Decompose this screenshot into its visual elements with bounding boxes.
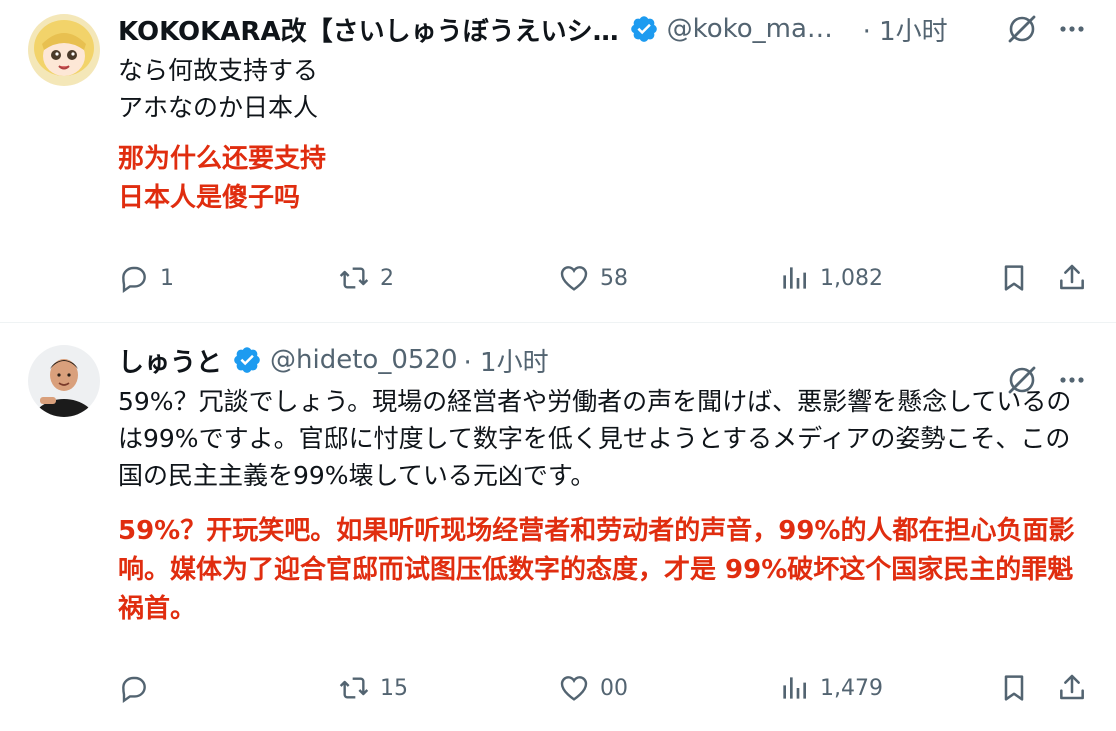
verified-badge-icon	[630, 16, 657, 42]
translation-text: 59%？开玩笑吧。如果听听现场经营者和劳动者的声音，99%的人都在担心负面影响。…	[118, 516, 1075, 624]
retweet-button[interactable]: 2	[338, 258, 394, 298]
retweet-count: 2	[380, 265, 394, 291]
retweet-button[interactable]: 15	[338, 668, 408, 708]
heart-icon	[560, 676, 588, 701]
share-button[interactable]	[1056, 258, 1088, 298]
analytics-icon	[783, 677, 806, 699]
avatar[interactable]	[28, 345, 100, 417]
anime-avatar-icon	[28, 14, 100, 86]
more-options-icon[interactable]	[1056, 13, 1088, 45]
tweet-header: KOKOKARA改【さいしゅうぼうえいシ… @koko_mami… · 1小时	[118, 11, 1088, 48]
tweet-1[interactable]: KOKOKARA改【さいしゅうぼうえいシ… @koko_mami… · 1小时 …	[0, 0, 1116, 322]
like-button[interactable]: 58	[558, 258, 628, 298]
views-button[interactable]: 1,479	[778, 668, 883, 708]
display-name[interactable]: しゅうと	[118, 342, 222, 379]
view-count: 1,082	[820, 265, 883, 291]
translation-line: 日本人是傻子吗	[118, 183, 301, 213]
grok-icon[interactable]	[1006, 13, 1038, 45]
display-name[interactable]: KOKOKARA改【さいしゅうぼうえいシ…	[118, 11, 619, 48]
avatar[interactable]	[28, 14, 100, 86]
verified-badge-icon	[234, 347, 260, 373]
reply-icon	[122, 676, 146, 703]
share-icon	[1060, 674, 1084, 700]
tweet-text-line: アホなのか日本人	[118, 93, 319, 122]
like-count: 58	[600, 265, 628, 291]
share-icon	[1060, 264, 1084, 290]
like-button[interactable]: 00	[558, 668, 628, 708]
view-count: 1,479	[820, 675, 883, 701]
bookmark-button[interactable]	[998, 258, 1030, 298]
views-button[interactable]: 1,082	[778, 258, 883, 298]
retweet-icon	[339, 677, 369, 699]
retweet-icon	[339, 267, 369, 289]
timestamp[interactable]: · 1小时	[863, 11, 948, 48]
share-button[interactable]	[1056, 668, 1088, 708]
bookmark-icon	[1004, 265, 1024, 291]
action-bar: 1 2 58 1,082	[118, 258, 1088, 298]
tweet-2[interactable]: しゅうと @hideto_0520 · 1小时 59%？冗談でしょう。現場の経営…	[0, 323, 1116, 731]
reply-button[interactable]	[118, 668, 160, 708]
action-bar: 15 00 1,479	[118, 668, 1088, 708]
translation-text: 那为什么还要支持 日本人是傻子吗	[118, 140, 1088, 218]
analytics-icon	[783, 267, 806, 289]
profile-photo-icon	[28, 345, 100, 417]
bookmark-button[interactable]	[998, 668, 1030, 708]
tweet-text: 59%？冗談でしょう。現場の経営者や労働者の声を聞けば、悪影響を懸念しているのは…	[118, 383, 1088, 629]
heart-icon	[560, 266, 588, 291]
like-count: 00	[600, 675, 628, 701]
translation-line: 那为什么还要支持	[118, 144, 327, 174]
tweet-text: なら何故支持する アホなのか日本人 那为什么还要支持 日本人是傻子吗	[118, 52, 1088, 218]
reply-button[interactable]: 1	[118, 258, 174, 298]
timestamp[interactable]: · 1小时	[464, 342, 549, 379]
reply-count: 1	[160, 265, 174, 291]
bookmark-icon	[1004, 675, 1024, 701]
tweet-header: しゅうと @hideto_0520 · 1小时	[118, 342, 1088, 379]
tweet-text-line: なら何故支持する	[118, 56, 319, 85]
reply-icon	[122, 266, 146, 293]
tweet-text-body: 59%？冗談でしょう。現場の経営者や労働者の声を聞けば、悪影響を懸念しているのは…	[118, 387, 1072, 490]
user-handle[interactable]: @hideto_0520	[270, 345, 457, 375]
retweet-count: 15	[380, 675, 408, 701]
user-handle[interactable]: @koko_mami…	[667, 14, 857, 44]
